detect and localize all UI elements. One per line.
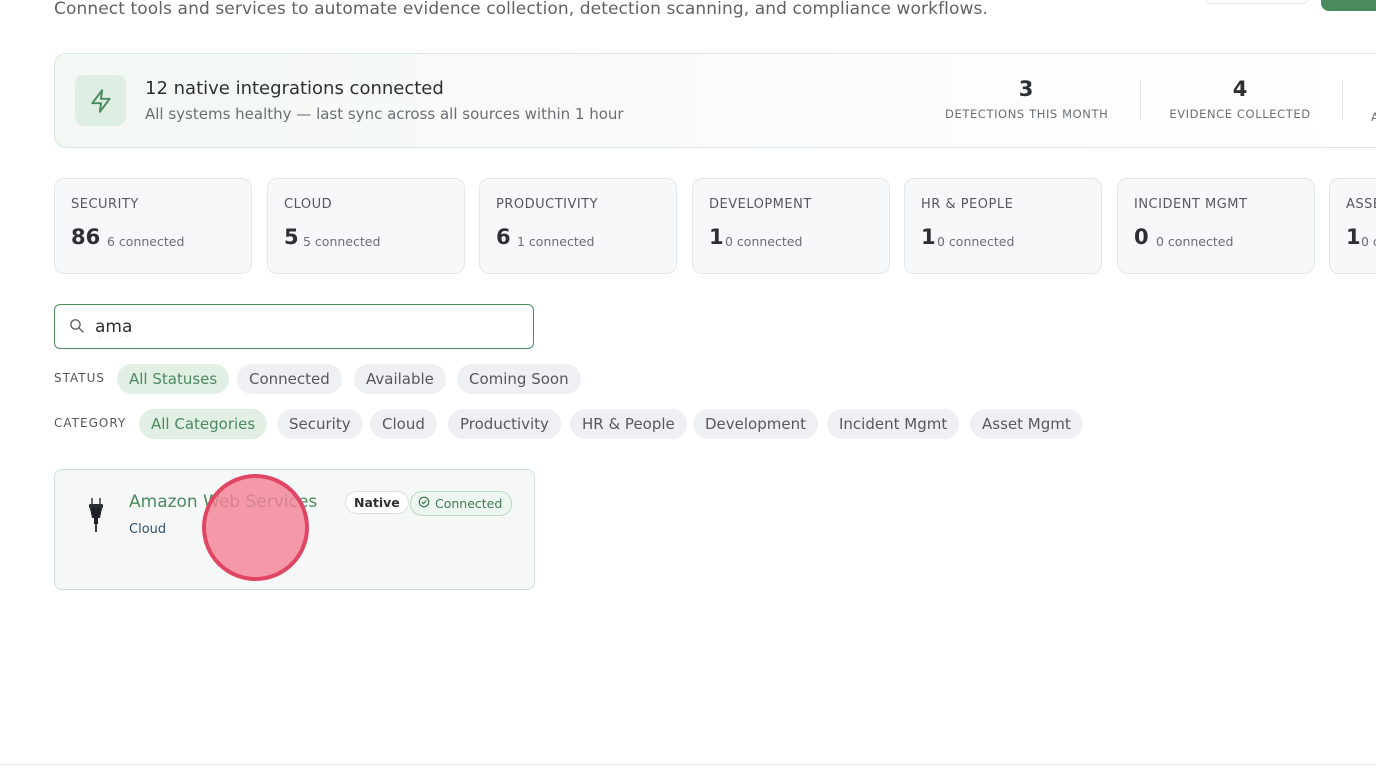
category-connected: 6 connected: [107, 234, 185, 249]
banner-subtitle: All systems healthy — last sync across a…: [145, 105, 624, 123]
category-count: 6: [496, 225, 511, 249]
category-count: 86: [71, 225, 101, 249]
category-chip-development[interactable]: Development: [693, 409, 818, 439]
category-connected: 0 connected: [1156, 234, 1234, 249]
stat-label: EVIDENCE COLLECTED: [1169, 107, 1311, 121]
check-circle-icon: [418, 492, 430, 515]
category-count: 0: [1134, 225, 1149, 249]
connected-badge: Connected: [410, 491, 513, 516]
category-name: INCIDENT MGMT: [1134, 197, 1248, 212]
category-chip-all-categories[interactable]: All Categories: [139, 409, 268, 439]
category-connected: 0 c: [1361, 234, 1376, 249]
plug-icon: [85, 498, 107, 536]
status-chip-connected[interactable]: Connected: [237, 364, 342, 394]
click-indicator: [202, 474, 309, 581]
stat-divider: [1342, 80, 1343, 120]
category-connected: 1 connected: [517, 234, 595, 249]
category-card-incident-mgmt[interactable]: INCIDENT MGMT 0 0 connected: [1117, 178, 1315, 274]
search-icon: [68, 317, 85, 338]
category-name: PRODUCTIVITY: [496, 197, 599, 212]
category-filter-label: CATEGORY: [54, 416, 127, 430]
header-secondary-button[interactable]: [1204, 0, 1310, 4]
search-box[interactable]: [54, 304, 534, 349]
category-card-hr-people[interactable]: HR & PEOPLE 1 0 connected: [904, 178, 1102, 274]
stat-label: A: [1371, 110, 1376, 124]
integration-category: Cloud: [129, 522, 167, 537]
category-card-development[interactable]: DEVELOPMENT 1 0 connected: [692, 178, 890, 274]
status-filter-label: STATUS: [54, 371, 106, 385]
stat-value: 4: [1232, 77, 1248, 101]
category-connected: 5 connected: [303, 234, 381, 249]
category-card-asset-mgmt[interactable]: ASSE 1 0 c: [1329, 178, 1376, 274]
category-connected: 0 connected: [937, 234, 1015, 249]
stat-evidence: 4 EVIDENCE COLLECTED: [1165, 77, 1315, 121]
category-name: ASSE: [1346, 197, 1376, 212]
header-primary-button[interactable]: [1321, 0, 1376, 11]
status-chip-available[interactable]: Available: [354, 364, 446, 394]
category-chip-security[interactable]: Security: [277, 409, 363, 439]
category-chip-asset-mgmt[interactable]: Asset Mgmt: [970, 409, 1083, 439]
category-chip-productivity[interactable]: Productivity: [448, 409, 561, 439]
banner-title: 12 native integrations connected: [145, 78, 444, 99]
category-chip-cloud[interactable]: Cloud: [370, 409, 437, 439]
stat-label: DETECTIONS THIS MONTH: [945, 107, 1109, 121]
status-chip-all-statuses[interactable]: All Statuses: [117, 364, 230, 394]
category-card-productivity[interactable]: PRODUCTIVITY 6 1 connected: [479, 178, 677, 274]
category-name: SECURITY: [71, 197, 139, 212]
footer-divider: [0, 764, 1376, 765]
category-count: 1: [921, 225, 936, 249]
integrations-page: Connect tools and services to automate e…: [0, 0, 1376, 769]
page-subtitle: Connect tools and services to automate e…: [54, 0, 988, 19]
status-chip-coming-soon[interactable]: Coming Soon: [457, 364, 581, 394]
category-connected: 0 connected: [725, 234, 803, 249]
category-chip-incident-mgmt[interactable]: Incident Mgmt: [827, 409, 960, 439]
category-card-cloud[interactable]: CLOUD 5 5 connected: [267, 178, 465, 274]
category-chip-hr-people[interactable]: HR & People: [570, 409, 687, 439]
category-count: 5: [284, 225, 299, 249]
stat-value: 3: [1018, 77, 1034, 101]
stat-partial: A: [1371, 77, 1376, 124]
connected-badge-label: Connected: [435, 496, 503, 511]
search-input[interactable]: [95, 314, 515, 340]
category-name: HR & PEOPLE: [921, 197, 1014, 212]
lightning-icon: [75, 75, 126, 126]
integrations-summary-banner: 12 native integrations connected All sys…: [54, 53, 1376, 148]
stat-divider: [1140, 80, 1141, 120]
category-card-security[interactable]: SECURITY 86 6 connected: [54, 178, 252, 274]
category-name: DEVELOPMENT: [709, 197, 812, 212]
stat-detections: 3 DETECTIONS THIS MONTH: [945, 77, 1109, 121]
category-count: 1: [1346, 225, 1361, 249]
category-name: CLOUD: [284, 197, 333, 212]
native-badge: Native: [345, 491, 409, 514]
category-count: 1: [709, 225, 724, 249]
